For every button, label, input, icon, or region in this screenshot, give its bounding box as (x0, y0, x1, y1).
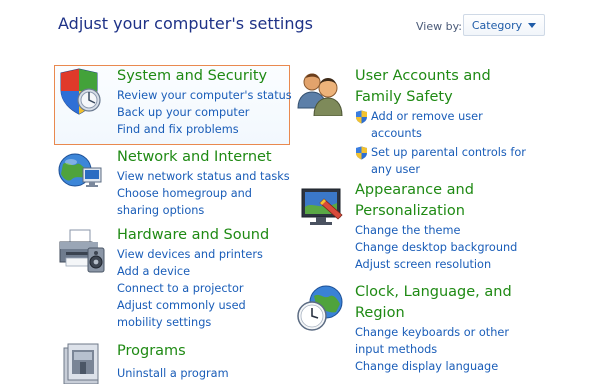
category-hardware-sound: Hardware and Sound View devices and prin… (117, 225, 269, 331)
network-globe-icon (57, 150, 105, 198)
clock-title-line2: Region (355, 305, 405, 321)
parental-controls-link-cont[interactable]: any user (371, 161, 526, 178)
category-programs: Programs Uninstall a program (117, 341, 229, 382)
screen-resolution-link[interactable]: Adjust screen resolution (355, 256, 517, 273)
add-remove-users-item[interactable]: Add or remove user accounts (355, 108, 526, 142)
page-title: Adjust your computer's settings (58, 14, 313, 33)
clock-region-link[interactable]: Clock, Language, and Region (355, 282, 512, 324)
clock-title-line1: Clock, Language, and (355, 284, 512, 300)
system-security-link[interactable]: System and Security (117, 66, 292, 87)
user-accounts-icon (296, 70, 346, 120)
programs-icon (60, 340, 106, 388)
shield-icon (57, 68, 105, 120)
category-network-internet: Network and Internet View network status… (117, 147, 290, 219)
keyboards-link-cont[interactable]: input methods (355, 341, 512, 358)
add-remove-users-link[interactable]: Add or remove user (371, 108, 526, 125)
view-by-dropdown[interactable]: Category (463, 14, 545, 36)
keyboards-link[interactable]: Change keyboards or other (355, 324, 512, 341)
fix-problems-link[interactable]: Find and fix problems (117, 121, 292, 138)
change-theme-link[interactable]: Change the theme (355, 222, 517, 239)
mobility-link-cont[interactable]: mobility settings (117, 314, 269, 331)
homegroup-link-cont[interactable]: sharing options (117, 202, 290, 219)
review-status-link[interactable]: Review your computer's status (117, 87, 292, 104)
mobility-link[interactable]: Adjust commonly used (117, 297, 269, 314)
backup-link[interactable]: Back up your computer (117, 104, 292, 121)
programs-link[interactable]: Programs (117, 341, 229, 362)
homegroup-link[interactable]: Choose homegroup and (117, 185, 290, 202)
appearance-link[interactable]: Appearance and Personalization (355, 180, 517, 222)
appearance-icon (296, 185, 346, 233)
clock-globe-icon (296, 284, 346, 338)
category-appearance: Appearance and Personalization Change th… (355, 180, 517, 273)
view-by-value: Category (471, 18, 523, 32)
uninstall-link[interactable]: Uninstall a program (117, 365, 229, 382)
category-user-accounts: User Accounts and Family Safety Add or r… (355, 66, 526, 178)
add-remove-users-link-cont[interactable]: accounts (371, 125, 526, 142)
network-internet-link[interactable]: Network and Internet (117, 147, 290, 168)
view-by-label: View by: (416, 20, 462, 33)
devices-printers-link[interactable]: View devices and printers (117, 246, 269, 263)
user-accounts-link[interactable]: User Accounts and Family Safety (355, 66, 526, 108)
printer-icon (58, 228, 106, 278)
projector-link[interactable]: Connect to a projector (117, 280, 269, 297)
network-status-link[interactable]: View network status and tasks (117, 168, 290, 185)
display-language-link[interactable]: Change display language (355, 358, 512, 375)
desktop-background-link[interactable]: Change desktop background (355, 239, 517, 256)
uac-shield-icon (356, 146, 367, 160)
category-clock-region: Clock, Language, and Region Change keybo… (355, 282, 512, 375)
uac-shield-icon (356, 110, 367, 124)
user-accounts-title-line1: User Accounts and (355, 68, 491, 84)
category-system-security: System and Security Review your computer… (117, 66, 292, 138)
parental-controls-link[interactable]: Set up parental controls for (371, 144, 526, 161)
chevron-down-icon (528, 22, 537, 28)
parental-controls-item[interactable]: Set up parental controls for any user (355, 144, 526, 178)
user-accounts-title-line2: Family Safety (355, 89, 453, 105)
appearance-title-line2: Personalization (355, 203, 465, 219)
add-device-link[interactable]: Add a device (117, 263, 269, 280)
hardware-sound-link[interactable]: Hardware and Sound (117, 225, 269, 246)
appearance-title-line1: Appearance and (355, 182, 474, 198)
